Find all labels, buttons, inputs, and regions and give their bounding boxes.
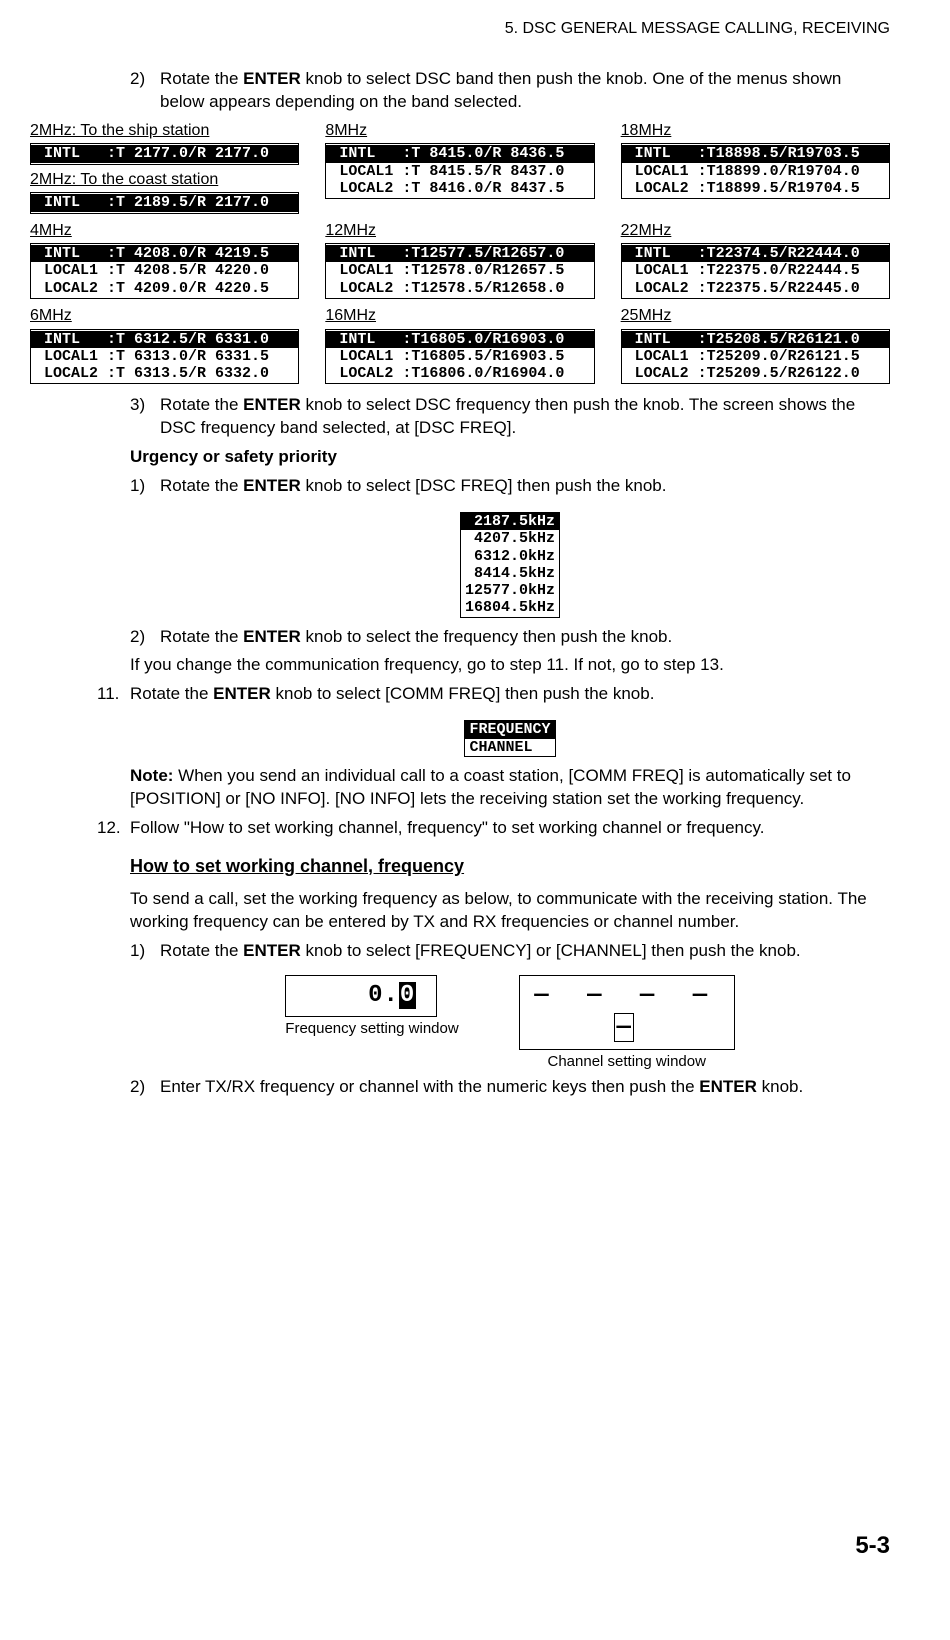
lcd-12mhz: INTL :T12577.5/R12657.0 LOCAL1 :T12578.0… xyxy=(325,243,594,299)
cw-dashes: — — — — xyxy=(534,980,719,1012)
freq-channel-menu: FREQUENCYCHANNEL xyxy=(464,720,555,757)
channel-setting-window: — — — — — xyxy=(519,975,735,1050)
band-label-4mhz: 4MHz xyxy=(30,220,299,242)
if-note: If you change the communication frequenc… xyxy=(130,654,890,677)
text: Rotate the xyxy=(160,627,243,646)
lcd-25mhz: INTL :T25208.5/R26121.0 LOCAL1 :T25209.0… xyxy=(621,329,890,385)
step-number: 12. xyxy=(97,817,121,840)
band-label-8mhz: 8MHz xyxy=(325,120,594,142)
enter-bold: ENTER xyxy=(243,627,301,646)
page-number: 5-3 xyxy=(855,1532,890,1560)
band-label-25mhz: 25MHz xyxy=(621,305,890,327)
step-3-number: 3) xyxy=(130,394,145,417)
step-2-number: 2) xyxy=(130,68,145,91)
enter-bold: ENTER xyxy=(243,941,301,960)
note-label: Note: xyxy=(130,766,173,785)
band-label-16mhz: 16MHz xyxy=(325,305,594,327)
enter-bold: ENTER xyxy=(243,476,301,495)
band-label-12mhz: 12MHz xyxy=(325,220,594,242)
howto-intro: To send a call, set the working frequenc… xyxy=(130,888,890,934)
fw-caption: Frequency setting window xyxy=(285,1019,458,1039)
step-2: 2) Rotate the ENTER knob to select DSC b… xyxy=(130,68,890,114)
band-label-2mhz-coast: 2MHz: To the coast station xyxy=(30,169,299,191)
cw-cursor: — xyxy=(614,1013,634,1042)
enter-bold: ENTER xyxy=(213,684,271,703)
step-3: 3) Rotate the ENTER knob to select DSC f… xyxy=(130,394,890,440)
urgency-step-1: 1) Rotate the ENTER knob to select [DSC … xyxy=(130,475,890,498)
band-label-6mhz: 6MHz xyxy=(30,305,299,327)
enter-bold: ENTER xyxy=(243,395,301,414)
text: Enter TX/RX frequency or channel with th… xyxy=(160,1077,699,1096)
fw-prefix: 0. xyxy=(368,982,399,1009)
howto-step-2: 2) Enter TX/RX frequency or channel with… xyxy=(130,1076,890,1099)
text: knob to select [DSC FREQ] then push the … xyxy=(301,476,667,495)
fw-cursor: 0 xyxy=(399,982,416,1009)
lcd-22mhz: INTL :T22374.5/R22444.0 LOCAL1 :T22375.0… xyxy=(621,243,890,299)
text: Rotate the xyxy=(160,476,243,495)
lcd-2mhz-coast: INTL :T 2189.5/R 2177.0 xyxy=(30,192,299,213)
cw-caption: Channel setting window xyxy=(519,1052,735,1072)
text: Rotate the xyxy=(160,395,243,414)
howto-step-1: 1) Rotate the ENTER knob to select [FREQ… xyxy=(130,940,890,963)
lcd-8mhz: INTL :T 8415.0/R 8436.5 LOCAL1 :T 8415.5… xyxy=(325,143,594,199)
chapter-header: 5. DSC GENERAL MESSAGE CALLING, RECEIVIN… xyxy=(30,20,890,38)
urgency-subhead: Urgency or safety priority xyxy=(130,446,890,469)
step-12: 12. Follow "How to set working channel, … xyxy=(97,817,890,840)
enter-bold: ENTER xyxy=(699,1077,757,1096)
step-number: 11. xyxy=(97,683,119,706)
text: knob to select the frequency then push t… xyxy=(301,627,672,646)
step-number: 2) xyxy=(130,1076,145,1099)
step-11: 11. Rotate the ENTER knob to select [COM… xyxy=(97,683,890,706)
lcd-16mhz: INTL :T16805.0/R16903.0 LOCAL1 :T16805.5… xyxy=(325,329,594,385)
lcd-6mhz: INTL :T 6312.5/R 6331.0 LOCAL1 :T 6313.0… xyxy=(30,329,299,385)
text: knob to select [COMM FREQ] then push the… xyxy=(271,684,655,703)
urgency-step-2: 2) Rotate the ENTER knob to select the f… xyxy=(130,626,890,649)
frequency-setting-window: 0.0 xyxy=(285,975,437,1017)
step-number: 1) xyxy=(130,475,145,498)
setting-windows: 0.0 Frequency setting window — — — — — C… xyxy=(130,975,890,1072)
text: Rotate the xyxy=(160,941,243,960)
step-number: 2) xyxy=(130,626,145,649)
text: knob. xyxy=(757,1077,803,1096)
text: Follow "How to set working channel, freq… xyxy=(130,818,764,837)
dsc-freq-list: 2187.5kHz 4207.5kHz 6312.0kHz 8414.5kHz1… xyxy=(460,512,560,618)
note-paragraph: Note: When you send an individual call t… xyxy=(130,765,890,811)
band-label-18mhz: 18MHz xyxy=(621,120,890,142)
text: knob to select [FREQUENCY] or [CHANNEL] … xyxy=(301,941,801,960)
note-text: When you send an individual call to a co… xyxy=(130,766,851,808)
band-tables-grid: 2MHz: To the ship station INTL :T 2177.0… xyxy=(30,120,890,384)
band-label-2mhz-ship: 2MHz: To the ship station xyxy=(30,120,299,142)
lcd-4mhz: INTL :T 4208.0/R 4219.5 LOCAL1 :T 4208.5… xyxy=(30,243,299,299)
text: Rotate the xyxy=(130,684,213,703)
enter-bold: ENTER xyxy=(243,69,301,88)
step-number: 1) xyxy=(130,940,145,963)
band-label-22mhz: 22MHz xyxy=(621,220,890,242)
text: Rotate the xyxy=(160,69,243,88)
howto-heading: How to set working channel, frequency xyxy=(130,854,890,878)
lcd-18mhz: INTL :T18898.5/R19703.5 LOCAL1 :T18899.0… xyxy=(621,143,890,199)
lcd-2mhz-ship: INTL :T 2177.0/R 2177.0 xyxy=(30,143,299,164)
